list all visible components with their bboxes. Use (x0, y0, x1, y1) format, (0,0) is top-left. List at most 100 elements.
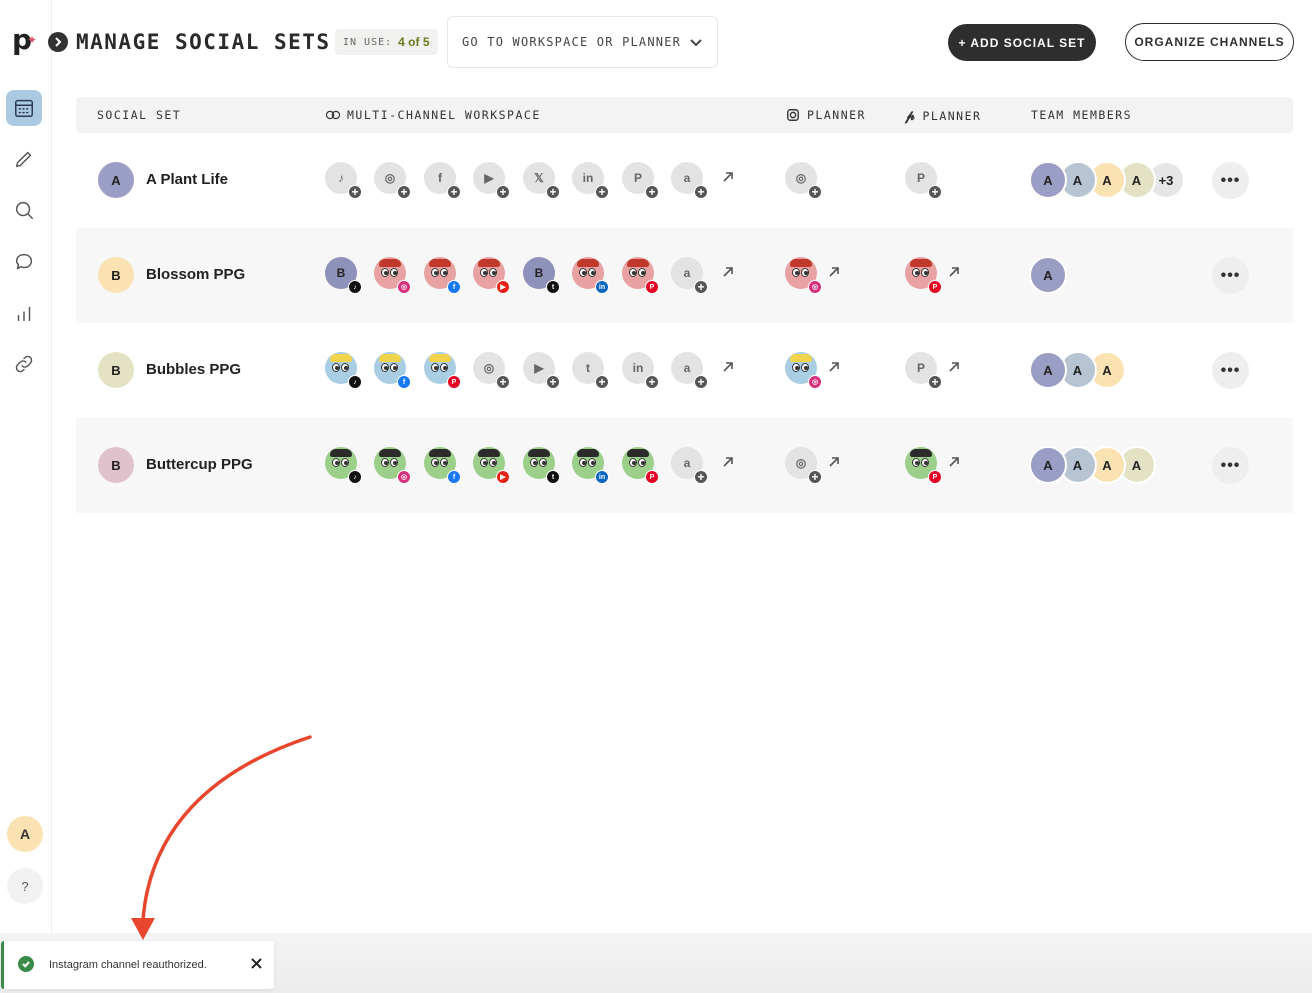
workspace-channel-avatar[interactable]: a + (671, 162, 708, 199)
close-icon[interactable] (248, 955, 264, 971)
planner-pin-channel-avatar[interactable]: P + (905, 352, 942, 389)
more-options-button[interactable]: ••• (1212, 257, 1249, 294)
workspace-channel-avatar[interactable]: P (622, 257, 659, 294)
workspace-channel-avatar[interactable]: f (424, 447, 461, 484)
workspace-channel-avatar[interactable]: 𝕏 + (523, 162, 560, 199)
more-options-button[interactable]: ••• (1212, 162, 1249, 199)
open-external-arrow-icon[interactable] (948, 360, 962, 374)
workspace-channel-avatar[interactable]: ▶ + (523, 352, 560, 389)
channel-platform-icon: ◎ (795, 171, 807, 185)
add-icon: + (546, 185, 560, 199)
team-member-avatar[interactable]: A (1029, 161, 1067, 199)
open-external-arrow-icon[interactable] (722, 455, 736, 469)
more-options-button[interactable]: ••• (1212, 352, 1249, 389)
workspace-channel-avatar[interactable]: ◎ + (473, 352, 510, 389)
add-social-set-button[interactable]: + ADD SOCIAL SET (948, 24, 1096, 61)
add-icon: + (645, 375, 659, 389)
workspace-channel-avatar[interactable]: f (424, 257, 461, 294)
workspace-planner-dropdown[interactable]: GO TO WORKSPACE OR PLANNER (447, 16, 718, 68)
workspace-channel-avatar[interactable]: t + (572, 352, 609, 389)
workspace-channel-avatar[interactable]: a + (671, 447, 708, 484)
team-member-avatar[interactable]: A (1029, 446, 1067, 484)
add-icon: + (694, 185, 708, 199)
twitter-icon: t (546, 470, 560, 484)
workspace-channel-avatar[interactable]: in + (622, 352, 659, 389)
help-button[interactable]: ? (7, 868, 43, 904)
workspace-channel-avatar[interactable]: in (572, 447, 609, 484)
workspace-channel-avatar[interactable]: P (622, 447, 659, 484)
workspace-channel-avatar[interactable]: Bt (523, 257, 560, 294)
open-external-arrow-icon[interactable] (948, 265, 962, 279)
open-external-arrow-icon[interactable] (948, 455, 962, 469)
pinterest-icon: P (928, 470, 942, 484)
dropdown-label: GO TO WORKSPACE OR PLANNER (462, 35, 682, 49)
open-external-arrow-icon[interactable] (828, 360, 842, 374)
chat-icon[interactable] (6, 244, 42, 280)
workspace-channel-avatar[interactable]: ♪ (325, 447, 362, 484)
search-icon[interactable] (6, 192, 42, 228)
workspace-channel-avatar[interactable]: P + (622, 162, 659, 199)
pencil-icon[interactable] (6, 141, 42, 177)
workspace-channel-avatar[interactable]: ◎ (374, 257, 411, 294)
column-team-members: TEAM MEMBERS (1031, 108, 1133, 122)
user-avatar[interactable]: A (7, 816, 43, 852)
tiktok-icon: ♪ (348, 470, 362, 484)
workspace-channel-avatar[interactable]: f + (424, 162, 461, 199)
channel-platform-icon: ▶ (534, 361, 544, 375)
workspace-channel-avatar[interactable]: B ♪ (325, 257, 362, 294)
open-external-arrow-icon[interactable] (722, 265, 736, 279)
open-external-arrow-icon[interactable] (828, 455, 842, 469)
planner-ig-channel-avatar[interactable]: ◎ + (785, 162, 822, 199)
social-set-name[interactable]: Blossom PPG (146, 266, 245, 283)
organize-channels-button[interactable]: ORGANIZE CHANNELS (1125, 23, 1294, 61)
table-row: B Buttercup PPG ♪ ◎ f ▶ t in Pa + ◎ + P A A A A •… (76, 418, 1293, 513)
social-set-name[interactable]: Bubbles PPG (146, 361, 241, 378)
planner-ig-channel-avatar[interactable]: ◎ (785, 257, 822, 294)
link-icon[interactable] (6, 346, 42, 382)
workspace-channel-avatar[interactable]: a + (671, 257, 708, 294)
channel-platform-icon: ◎ (795, 456, 807, 470)
team-member-avatar[interactable]: A (1029, 256, 1067, 294)
in-use-value: 4 of 5 (398, 35, 430, 49)
team-member-avatar[interactable]: A (1029, 351, 1067, 389)
add-icon: + (808, 185, 822, 199)
more-options-button[interactable]: ••• (1212, 447, 1249, 484)
add-icon: + (928, 375, 942, 389)
social-set-name[interactable]: Buttercup PPG (146, 456, 253, 473)
workspace-channel-avatar[interactable]: in + (572, 162, 609, 199)
workspace-channel-avatar[interactable]: ▶ + (473, 162, 510, 199)
channel-initial: B (336, 266, 346, 280)
facebook-icon: f (397, 375, 411, 389)
workspace-channel-avatar[interactable]: ▶ (473, 447, 510, 484)
planner-pin-channel-avatar[interactable]: P (905, 447, 942, 484)
open-external-arrow-icon[interactable] (722, 170, 736, 184)
workspace-channel-avatar[interactable]: ◎ + (374, 162, 411, 199)
open-external-arrow-icon[interactable] (722, 360, 736, 374)
workspace-channel-avatar[interactable]: a + (671, 352, 708, 389)
workspace-channel-avatar[interactable]: f (374, 352, 411, 389)
workspace-channel-avatar[interactable]: ◎ (374, 447, 411, 484)
in-use-badge: IN USE: 4 of 5 (335, 29, 438, 55)
instagram-icon: ◎ (397, 280, 411, 294)
analytics-icon[interactable] (6, 295, 42, 331)
workspace-channel-avatar[interactable]: in (572, 257, 609, 294)
planner-pin-channel-avatar[interactable]: P (905, 257, 942, 294)
channel-platform-icon: P (633, 171, 642, 185)
workspace-channel-avatar[interactable]: P (424, 352, 461, 389)
workspace-channel-avatar[interactable]: ♪ + (325, 162, 362, 199)
planner-ig-channel-avatar[interactable]: ◎ (785, 352, 822, 389)
social-set-avatar: A (98, 162, 134, 198)
social-set-name[interactable]: A Plant Life (146, 171, 228, 188)
workspace-channel-avatar[interactable]: ♪ (325, 352, 362, 389)
linkedin-icon: in (595, 470, 609, 484)
channel-initial: B (534, 266, 544, 280)
breadcrumb-chevron-icon[interactable] (48, 32, 68, 52)
planner-ig-channel-avatar[interactable]: ◎ + (785, 447, 822, 484)
calendar-icon[interactable] (6, 90, 42, 126)
planner-pin-channel-avatar[interactable]: P + (905, 162, 942, 199)
open-external-arrow-icon[interactable] (828, 265, 842, 279)
workspace-channel-avatar[interactable]: ▶ (473, 257, 510, 294)
linkedin-icon: in (595, 280, 609, 294)
youtube-icon: ▶ (496, 470, 510, 484)
workspace-channel-avatar[interactable]: t (523, 447, 560, 484)
